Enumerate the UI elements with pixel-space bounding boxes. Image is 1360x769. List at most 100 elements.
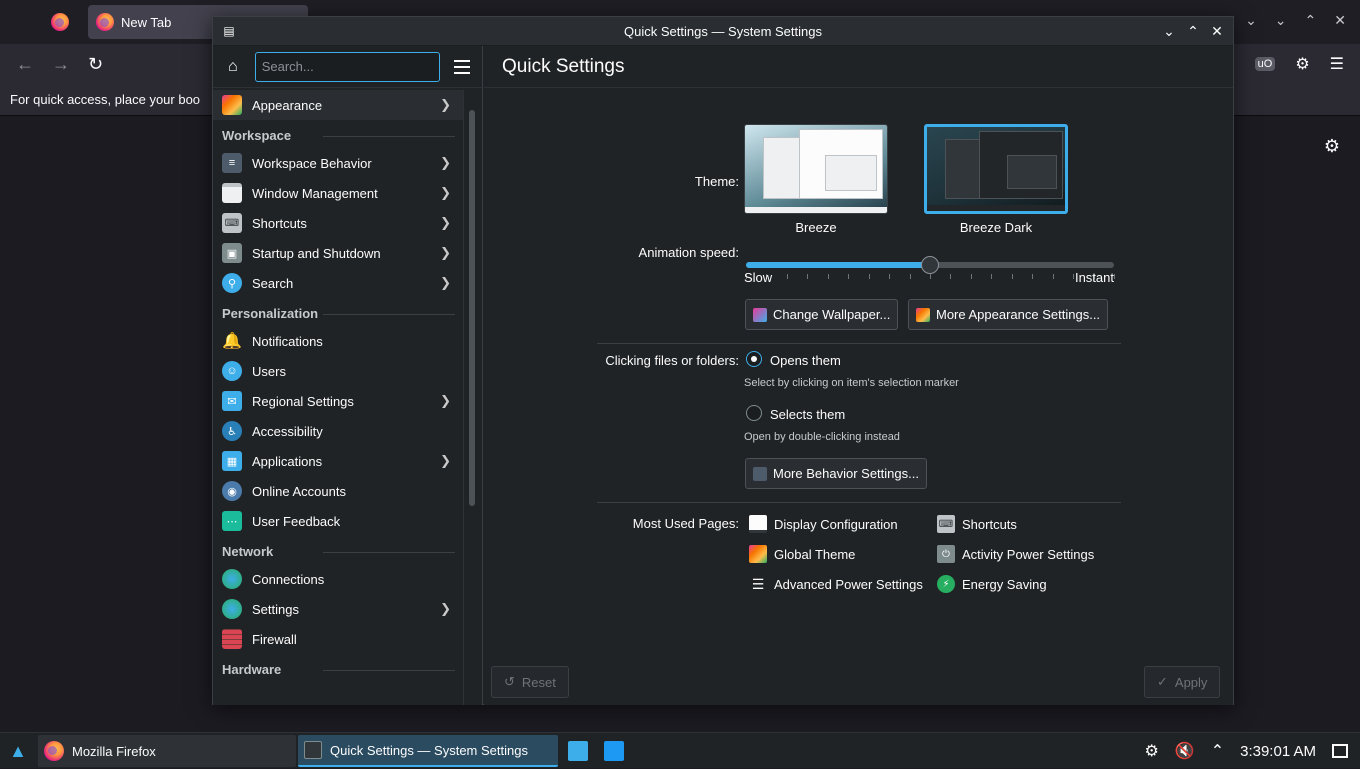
sidebar-item-regional-settings[interactable]: ✉ Regional Settings ❯ bbox=[213, 386, 463, 416]
firefox-pinned-tab[interactable] bbox=[44, 8, 76, 36]
system-settings-icon bbox=[304, 741, 322, 759]
show-desktop-icon[interactable] bbox=[1332, 744, 1348, 758]
change-wallpaper-button[interactable]: Change Wallpaper... bbox=[745, 299, 899, 330]
bookmarks-hint: For quick access, place your boo bbox=[10, 92, 201, 107]
sidebar-item-label: Appearance bbox=[252, 97, 323, 113]
most-used-advanced-power-settings[interactable]: ☰ Advanced Power Settings bbox=[749, 575, 923, 593]
workspace-behavior-icon bbox=[753, 466, 767, 481]
window-menu-icon[interactable]: ▤ bbox=[221, 23, 237, 39]
network-icon[interactable]: ⚙ bbox=[1144, 741, 1158, 761]
minimize-icon[interactable]: ⌄ bbox=[1161, 17, 1177, 46]
firefox-icon bbox=[96, 13, 114, 31]
animation-speed-slider[interactable] bbox=[746, 256, 1114, 274]
selects-them-label[interactable]: Selects them bbox=[770, 407, 845, 422]
theme-name-breeze: Breeze bbox=[795, 220, 837, 235]
global-theme-icon bbox=[749, 545, 767, 563]
discover-icon[interactable] bbox=[568, 741, 588, 761]
theme-label: Theme: bbox=[694, 174, 739, 189]
volume-muted-icon[interactable]: 🔇 bbox=[1175, 741, 1195, 761]
most-used-label: Most Used Pages: bbox=[632, 516, 739, 531]
sidebar-item-appearance[interactable]: Appearance ❯ bbox=[213, 90, 463, 120]
slider-tick bbox=[930, 274, 931, 279]
theme-thumbnail-breeze[interactable] bbox=[744, 124, 888, 214]
sidebar-item-user-feedback[interactable]: ⋯ User Feedback bbox=[213, 506, 463, 536]
hamburger-menu-icon[interactable] bbox=[450, 55, 474, 79]
regional-settings-icon: ✉ bbox=[222, 391, 242, 411]
animation-speed-label: Animation speed: bbox=[638, 245, 739, 260]
sidebar-scrollbar[interactable] bbox=[469, 110, 475, 506]
opens-them-label[interactable]: Opens them bbox=[770, 353, 841, 368]
most-used-display-configuration[interactable]: Display Configuration bbox=[749, 515, 898, 533]
taskbar: ▲ Mozilla Firefox Quick Settings — Syste… bbox=[0, 732, 1360, 768]
sidebar-item-online-accounts[interactable]: ◉ Online Accounts bbox=[213, 476, 463, 506]
window-titlebar[interactable]: ▤ Quick Settings — System Settings ⌄ ⌃ ✕ bbox=[213, 17, 1233, 46]
sidebar-item-notifications[interactable]: 🔔 Notifications bbox=[213, 326, 463, 356]
menu-icon[interactable]: ☰ bbox=[1330, 54, 1344, 74]
more-appearance-settings-button[interactable]: More Appearance Settings... bbox=[908, 299, 1109, 330]
firefox-minimize-icon[interactable]: ⌄ bbox=[1275, 12, 1287, 29]
firefox-list-tabs-icon[interactable]: ⌄ bbox=[1245, 12, 1257, 29]
firefox-close-icon[interactable]: ✕ bbox=[1334, 12, 1346, 29]
globe-icon bbox=[222, 569, 242, 589]
ublock-icon[interactable]: uO bbox=[1254, 57, 1276, 71]
theme-thumbnail-breeze-dark[interactable] bbox=[924, 124, 1068, 214]
user-feedback-icon: ⋯ bbox=[222, 511, 242, 531]
home-icon[interactable]: ⌂ bbox=[221, 55, 245, 79]
sidebar-item-workspace-behavior[interactable]: ≡ Workspace Behavior ❯ bbox=[213, 148, 463, 178]
apply-button[interactable]: ✓ Apply bbox=[1144, 666, 1221, 698]
sidebar-header: ⌂ bbox=[213, 46, 482, 88]
taskbar-task-system-settings[interactable]: Quick Settings — System Settings bbox=[298, 735, 558, 767]
selects-them-radio[interactable] bbox=[746, 405, 762, 421]
slow-label: Slow bbox=[744, 270, 773, 285]
main-panel: Quick Settings Theme: Breeze Breeze Dark… bbox=[484, 46, 1233, 705]
application-launcher-icon[interactable]: ▲ bbox=[8, 741, 28, 761]
most-used-activity-power-settings[interactable]: ⏻ Activity Power Settings bbox=[937, 545, 1094, 563]
slider-tick bbox=[889, 274, 891, 279]
selects-them-hint: Open by double-clicking instead bbox=[744, 431, 900, 443]
slider-handle[interactable] bbox=[921, 256, 939, 274]
firefox-window-controls: ⌄ ⌄ ⌃ ✕ bbox=[1245, 12, 1346, 29]
opens-them-hint: Select by clicking on item's selection m… bbox=[744, 377, 959, 389]
extensions-icon[interactable]: ⚙ bbox=[1295, 54, 1309, 74]
firefox-maximize-icon[interactable]: ⌃ bbox=[1305, 12, 1317, 29]
clock[interactable]: 3:39:01 AM bbox=[1240, 743, 1316, 760]
sidebar: ⌂ Appearance ❯ Workspace ≡ Workspace Beh… bbox=[213, 46, 483, 705]
taskbar-task-firefox[interactable]: Mozilla Firefox bbox=[38, 735, 296, 767]
slider-tick bbox=[807, 274, 809, 279]
sidebar-item-search[interactable]: ⚲ Search ❯ bbox=[213, 268, 463, 298]
tray-expand-icon[interactable]: ⌃ bbox=[1211, 741, 1224, 761]
sidebar-item-applications[interactable]: ▦ Applications ❯ bbox=[213, 446, 463, 476]
section-personalization: Personalization bbox=[213, 298, 463, 326]
opens-them-radio[interactable] bbox=[746, 351, 762, 367]
chevron-right-icon: ❯ bbox=[440, 453, 451, 468]
maximize-icon[interactable]: ⌃ bbox=[1185, 17, 1201, 46]
file-manager-icon[interactable] bbox=[604, 741, 624, 761]
sidebar-item-firewall[interactable]: Firewall bbox=[213, 624, 463, 654]
slider-tick bbox=[909, 274, 911, 279]
window-title: Quick Settings — System Settings bbox=[624, 24, 822, 39]
sidebar-item-shortcuts[interactable]: ⌨ Shortcuts ❯ bbox=[213, 208, 463, 238]
bell-icon: 🔔 bbox=[222, 333, 242, 350]
most-used-energy-saving[interactable]: ⚡ Energy Saving bbox=[937, 575, 1047, 593]
reload-icon[interactable]: ↻ bbox=[88, 54, 103, 75]
more-behavior-settings-button[interactable]: More Behavior Settings... bbox=[745, 458, 927, 489]
settings-gear-icon[interactable]: ⚙ bbox=[1324, 136, 1340, 157]
search-input[interactable] bbox=[254, 51, 441, 82]
sidebar-item-connections[interactable]: Connections bbox=[213, 564, 463, 594]
forward-icon[interactable]: → bbox=[52, 54, 70, 75]
sidebar-item-accessibility[interactable]: ♿ Accessibility bbox=[213, 416, 463, 446]
most-used-global-theme[interactable]: Global Theme bbox=[749, 545, 855, 563]
most-used-shortcuts[interactable]: ⌨ Shortcuts bbox=[937, 515, 1017, 533]
close-icon[interactable]: ✕ bbox=[1209, 17, 1225, 46]
sidebar-item-window-management[interactable]: Window Management ❯ bbox=[213, 178, 463, 208]
chevron-right-icon: ❯ bbox=[440, 601, 451, 616]
sidebar-item-network-settings[interactable]: Settings ❯ bbox=[213, 594, 463, 624]
sidebar-item-startup-shutdown[interactable]: ▣ Startup and Shutdown ❯ bbox=[213, 238, 463, 268]
slider-tick bbox=[827, 274, 829, 279]
sidebar-list: Appearance ❯ Workspace ≡ Workspace Behav… bbox=[213, 90, 463, 705]
sidebar-item-users[interactable]: ☺ Users bbox=[213, 356, 463, 386]
chevron-right-icon: ❯ bbox=[440, 215, 451, 230]
reset-button[interactable]: ↺ Reset bbox=[491, 666, 569, 698]
globe-icon bbox=[222, 599, 242, 619]
back-icon[interactable]: ← bbox=[16, 54, 34, 75]
